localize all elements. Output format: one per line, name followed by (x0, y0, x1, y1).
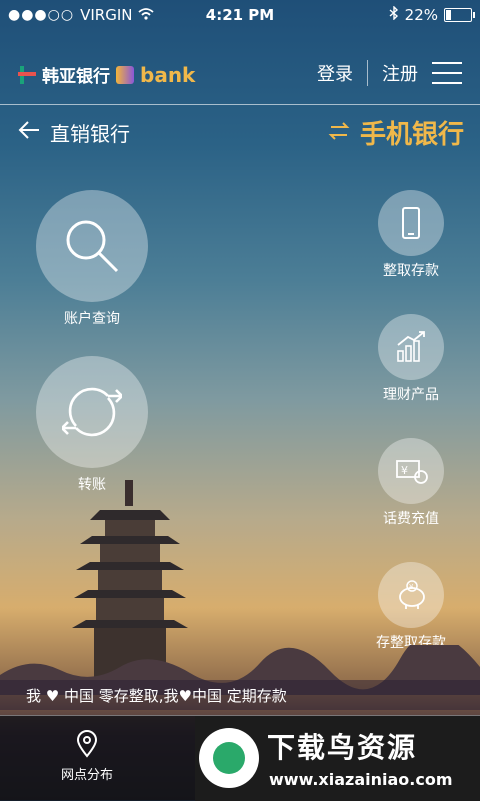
ibank-logo-icon (116, 65, 134, 84)
back-button[interactable]: 直销银行 (18, 118, 130, 147)
phone-recharge-label: 话费充值 (383, 511, 439, 527)
svg-text:¥: ¥ (409, 583, 414, 591)
mobile-banking-label: 手机银行 (359, 120, 464, 150)
brand-name: 韩亚银行 (42, 67, 110, 87)
brand-sub: bank (140, 62, 196, 87)
piggybank-icon: ¥ (399, 580, 425, 609)
watermark-badge: 下载鸟资源 www.xiazainiao.com (195, 716, 480, 801)
hana-logo-icon (18, 65, 36, 84)
transfer-button[interactable] (36, 356, 148, 468)
branch-locator-button[interactable]: 网点分布 (52, 730, 122, 783)
promo-ticker[interactable]: 我 ♥ 中国 零存整取,我♥中国 定期存款 (0, 680, 480, 710)
chart-icon (397, 331, 425, 362)
bluetooth-icon (389, 5, 399, 24)
search-icon (66, 220, 119, 273)
bank-logo: 韩亚银行 bank (18, 62, 195, 87)
sub-nav: 直销银行 手机银行 (0, 110, 480, 156)
location-pin-icon (76, 730, 98, 758)
account-query-button[interactable] (36, 190, 148, 302)
account-query-label: 账户查询 (64, 311, 120, 327)
bird-logo-icon (199, 728, 259, 788)
svg-text:¥: ¥ (401, 464, 408, 477)
fixed-deposit-label: 整取存款 (383, 263, 439, 279)
promo-text: 我 ♥ 中国 零存整取,我♥中国 定期存款 (26, 687, 287, 705)
phone-recharge-button[interactable]: ¥ (378, 438, 444, 504)
arrow-left-icon (18, 120, 40, 145)
battery-icon (444, 8, 475, 22)
app-header: 韩亚银行 bank 登录 注册 (0, 44, 480, 105)
wealth-products-label: 理财产品 (383, 387, 439, 403)
login-button[interactable]: 登录 (317, 60, 353, 86)
phone-icon (402, 207, 420, 239)
mobile-banking-switch[interactable]: 手机银行 (328, 114, 464, 151)
bottom-bar: 网点分布 下载鸟资源 www.xiazainiao.com (0, 715, 480, 801)
bill-icon: ¥ (396, 460, 428, 484)
fixed-deposit-button[interactable] (378, 190, 444, 256)
watermark-title: 下载鸟资源 (267, 731, 418, 764)
watermark-url: www.xiazainiao.com (269, 770, 453, 789)
transfer-icon (62, 387, 122, 437)
switch-arrows-icon (328, 118, 350, 148)
lump-sum-deposit-button[interactable]: ¥ (378, 562, 444, 628)
battery-percent: 22% (404, 6, 438, 24)
divider (367, 60, 368, 86)
wealth-products-button[interactable] (378, 314, 444, 380)
status-bar: ●●●○○ VIRGIN 4:21 PM 22% (0, 0, 480, 30)
register-button[interactable]: 注册 (382, 60, 418, 86)
back-label: 直销银行 (50, 122, 130, 146)
menu-icon[interactable] (432, 62, 462, 84)
branch-locator-label: 网点分布 (60, 768, 113, 783)
